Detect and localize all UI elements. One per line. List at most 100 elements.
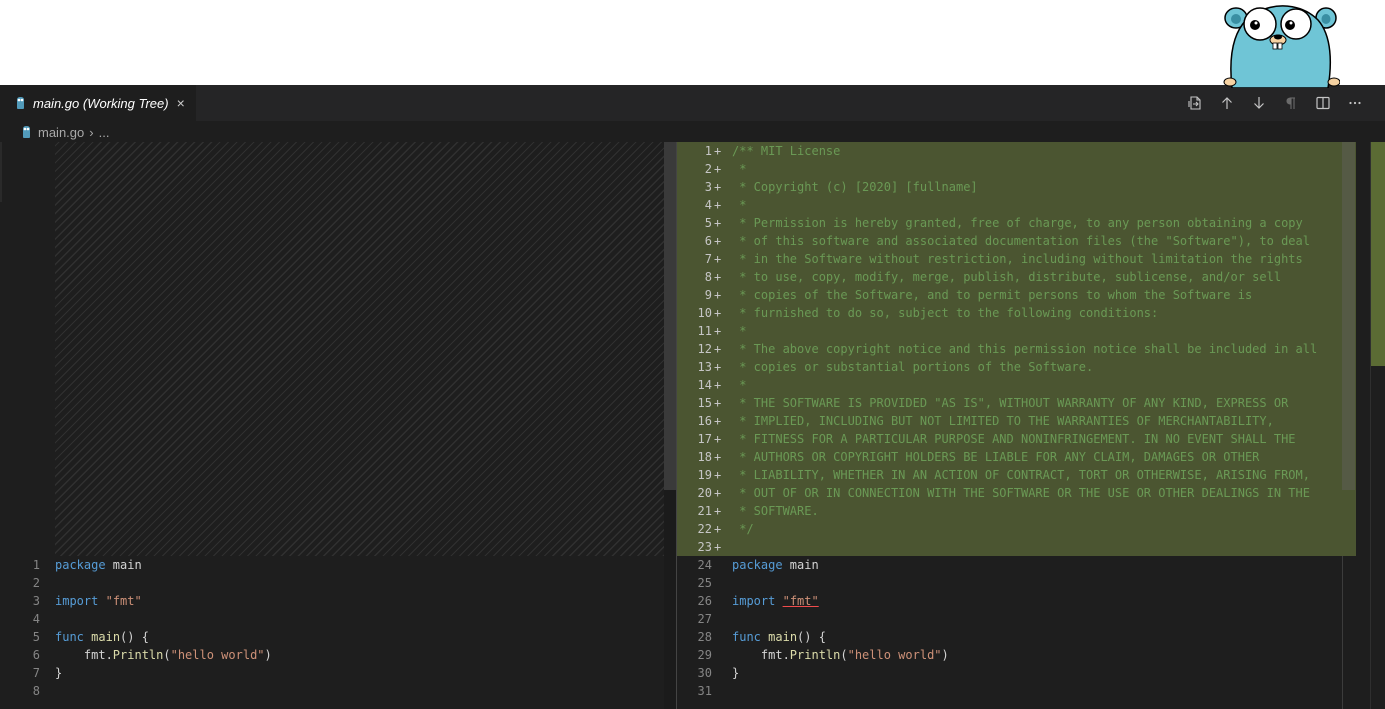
line-number: 31 (697, 684, 712, 698)
code-line: 4 (0, 610, 664, 628)
breadcrumb-symbols[interactable]: ... (99, 125, 110, 140)
diff-overview-ruler[interactable] (1370, 142, 1385, 709)
added-line-marker: + (714, 270, 722, 284)
line-number: 26 (697, 594, 712, 608)
added-line-marker: + (714, 342, 722, 356)
go-file-icon (23, 126, 30, 138)
original-file-pane[interactable]: 1 package main 2 3 import "fmt" 4 5 func main()… (0, 142, 664, 709)
added-code-line: 13 + * copies or substantial portions of … (677, 358, 1385, 376)
added-code-line: 15 + * THE SOFTWARE IS PROVIDED "AS IS", … (677, 394, 1385, 412)
line-number: 1 (32, 558, 40, 572)
added-code-line: 20 + * OUT OF OR IN CONNECTION WITH THE S… (677, 484, 1385, 502)
scrollbar-track (1342, 556, 1343, 709)
line-number: 14 (697, 378, 712, 392)
code-line: 24 package main (677, 556, 1385, 574)
show-whitespace-icon[interactable] (1275, 85, 1307, 121)
code-text: func main() { (732, 628, 826, 646)
added-line-marker: + (714, 144, 722, 158)
code-text: * to use, copy, modify, merge, publish, … (732, 270, 1282, 284)
next-change-icon[interactable] (1243, 85, 1275, 121)
go-file-icon (17, 97, 24, 109)
line-number: 23 (697, 540, 712, 554)
added-code-line: 22 + */ (677, 520, 1385, 538)
line-number: 7 (704, 252, 712, 266)
code-line: 6 fmt.Println("hello world") (0, 646, 664, 664)
tab-main-go-working-tree[interactable]: main.go (Working Tree) × (0, 85, 196, 121)
code-text: * FITNESS FOR A PARTICULAR PURPOSE AND N… (732, 432, 1296, 446)
overview-border (1370, 142, 1371, 709)
added-line-marker: + (714, 198, 722, 212)
code-text: * (732, 198, 747, 212)
modified-pane-scrollbar-thumb[interactable] (1342, 142, 1355, 490)
code-token: Println (789, 648, 841, 662)
code-token: main (768, 630, 798, 644)
line-number: 4 (32, 612, 40, 626)
code-token: main (105, 558, 142, 572)
line-number: 28 (697, 630, 712, 644)
original-pane-scrollbar[interactable] (664, 142, 677, 709)
code-text: * (732, 378, 747, 392)
added-code-line: 6 + * of this software and associated doc… (677, 232, 1385, 250)
modified-file-pane[interactable]: 1 +/** MIT License 2 + * 3 + * Copyright (c) … (677, 142, 1385, 709)
code-text: package main (55, 556, 142, 574)
added-code-line: 7 + * in the Software without restriction… (677, 250, 1385, 268)
code-text: import "fmt" (55, 592, 142, 610)
code-text: * (732, 162, 747, 176)
code-text: * furnished to do so, subject to the fol… (732, 306, 1159, 320)
code-token: "hello world" (847, 648, 942, 662)
code-token: import (732, 594, 776, 608)
code-text: fmt.Println("hello world") (732, 646, 949, 664)
line-number: 3 (32, 594, 40, 608)
added-line-marker: + (714, 540, 722, 554)
code-text: * Copyright (c) [2020] [fullname] (732, 180, 978, 194)
added-line-marker: + (714, 162, 722, 176)
added-code-line: 8 + * to use, copy, modify, merge, publis… (677, 268, 1385, 286)
open-file-icon[interactable] (1179, 85, 1211, 121)
line-number: 12 (697, 342, 712, 356)
close-icon[interactable]: × (177, 96, 185, 110)
code-text: /** MIT License (732, 144, 841, 158)
added-code-line: 9 + * copies of the Software, and to perm… (677, 286, 1385, 304)
editor-tab-bar: main.go (Working Tree) × (0, 85, 1385, 121)
added-line-marker: + (714, 486, 722, 500)
line-number: 4 (704, 198, 712, 212)
code-line: 29 fmt.Println("hello world") (677, 646, 1385, 664)
more-actions-icon[interactable] (1339, 85, 1371, 121)
added-code-line: 14 + * (677, 376, 1385, 394)
code-line: 8 (0, 682, 664, 700)
code-line: 7} (0, 664, 664, 682)
line-number: 1 (704, 144, 712, 158)
line-number: 3 (704, 180, 712, 194)
breadcrumb-file[interactable]: main.go (38, 125, 84, 140)
code-token: } (732, 666, 740, 680)
code-token: ( (163, 648, 171, 662)
code-token: ) (264, 648, 272, 662)
code-token: fmt. (55, 648, 113, 662)
line-number: 20 (697, 486, 712, 500)
code-token: func (732, 630, 761, 644)
previous-change-icon[interactable] (1211, 85, 1243, 121)
line-number: 27 (697, 612, 712, 626)
code-text: } (732, 664, 739, 682)
code-token: package (55, 558, 106, 572)
code-text: * in the Software without restriction, i… (732, 252, 1303, 266)
added-line-marker: + (714, 522, 722, 536)
added-line-marker: + (714, 306, 722, 320)
added-code-line: 1 + /** MIT License (677, 142, 1385, 160)
code-token: main (91, 630, 121, 644)
code-text: package main (732, 556, 819, 574)
line-number: 6 (32, 648, 40, 662)
code-text: * Permission is hereby granted, free of … (732, 216, 1303, 230)
line-number: 19 (697, 468, 712, 482)
line-number: 2 (704, 162, 712, 176)
added-code-line: 23 + (677, 538, 1385, 556)
line-number: 16 (697, 414, 712, 428)
diff-filler-region (55, 142, 664, 556)
code-line: 28 func main() { (677, 628, 1385, 646)
line-number: 13 (697, 360, 712, 374)
added-code-line: 10 + * furnished to do so, subject to the… (677, 304, 1385, 322)
split-editor-icon[interactable] (1307, 85, 1339, 121)
code-token: "fmt" (782, 594, 819, 608)
added-line-marker: + (714, 414, 722, 428)
code-token: "fmt" (105, 594, 142, 608)
